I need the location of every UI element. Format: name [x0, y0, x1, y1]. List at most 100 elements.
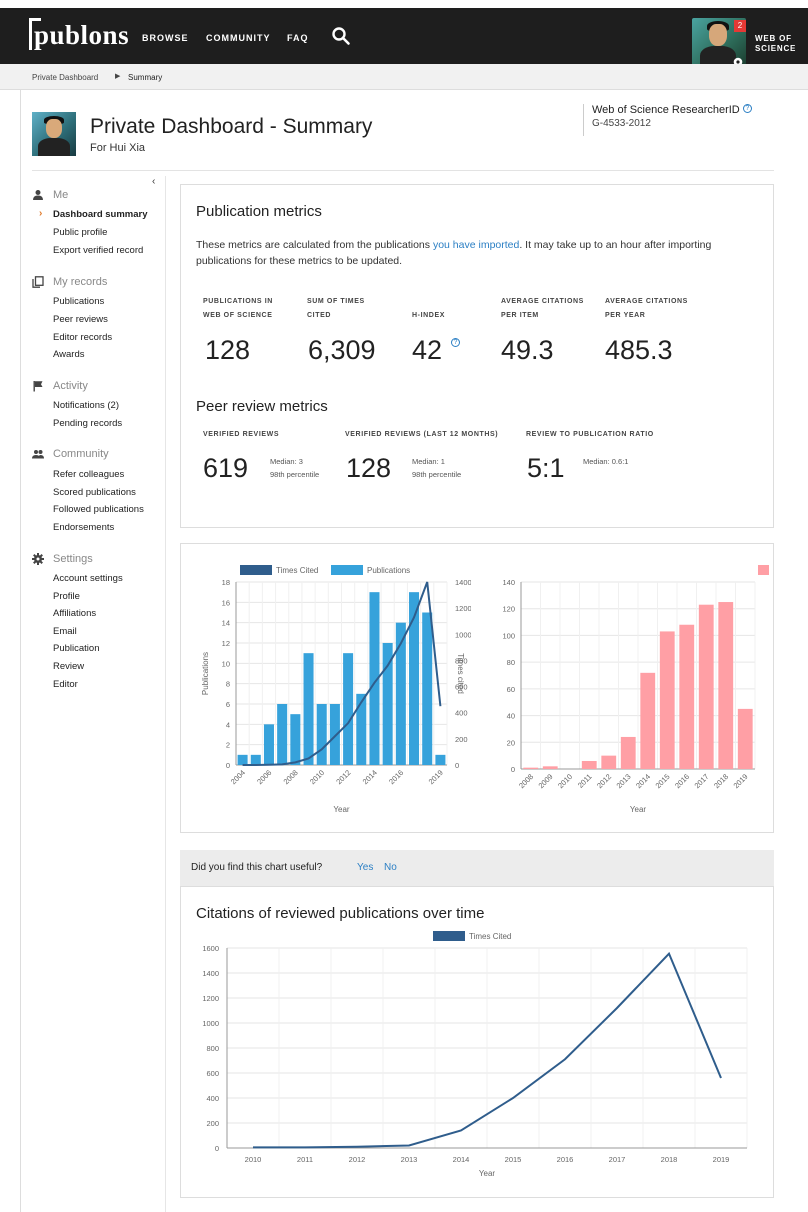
charts-card: Times Cited Publications 0 2 4 6 8 10 12 14 16 18 0 2…	[180, 543, 774, 833]
y-tick-label: 60	[507, 685, 515, 694]
sidebar-item-publication[interactable]: Publication	[53, 643, 99, 654]
y2-tick-label: 400	[455, 709, 468, 718]
sidebar-item-scored-publications[interactable]: Scored publications	[53, 487, 136, 498]
sidebar-item-editor-records[interactable]: Editor records	[53, 332, 112, 343]
sidebar-item-notifications[interactable]: Notifications (2)	[53, 400, 119, 411]
sidebar-divider	[165, 176, 166, 1212]
publications-bar	[356, 693, 367, 765]
page-subtitle: For Hui Xia	[90, 142, 146, 154]
h-index-label: H-INDEX	[412, 312, 445, 319]
sidebar-item-affiliations[interactable]: Affiliations	[53, 608, 96, 619]
x-tick-label: 2014	[453, 1155, 470, 1164]
publications-bar	[237, 754, 248, 765]
y-tick-label: 20	[507, 738, 515, 747]
legend-label-times-cited: Times Cited	[469, 932, 511, 941]
x-tick-label: 2012	[334, 768, 352, 786]
y-tick-label: 6	[226, 700, 230, 709]
sidebar-item-publications[interactable]: Publications	[53, 296, 104, 307]
x-tick-label: 2012	[349, 1155, 366, 1164]
x-tick-label: 2012	[595, 772, 613, 790]
times-cited-value: 6,309	[308, 335, 376, 365]
page-title: Private Dashboard - Summary	[90, 115, 373, 138]
reviews-bar	[601, 755, 617, 769]
search-icon[interactable]	[331, 26, 351, 46]
feedback-yes-link[interactable]: Yes	[357, 862, 373, 873]
citations-chart-title: Citations of reviewed publications over …	[196, 905, 485, 922]
web-of-science-link[interactable]: WEB OF SCIENCE	[755, 34, 796, 54]
x-tick-label: 2010	[556, 772, 574, 790]
publications-bar	[290, 714, 301, 765]
profile-avatar	[32, 112, 76, 156]
nav-faq[interactable]: FAQ	[287, 33, 309, 43]
publications-bar	[435, 754, 446, 765]
reviews-bar	[620, 736, 636, 769]
x-tick-label: 2013	[401, 1155, 418, 1164]
x-tick-label: 2015	[505, 1155, 522, 1164]
y-tick-label: 600	[206, 1069, 219, 1078]
x-axis-title: Year	[630, 805, 647, 814]
h-index-value: 42	[412, 335, 443, 365]
collapse-sidebar-icon[interactable]: ‹	[152, 176, 155, 187]
person-icon	[33, 190, 43, 200]
sidebar-item-profile[interactable]: Profile	[53, 591, 80, 602]
y-tick-label: 18	[222, 578, 230, 587]
peer-review-metrics-title: Peer review metrics	[196, 398, 328, 415]
h-index-help-icon[interactable]: ?	[451, 338, 460, 347]
sidebar-item-followed-publications[interactable]: Followed publications	[53, 504, 144, 515]
y-tick-label: 2	[226, 741, 230, 750]
last-12-months-value: 128	[346, 453, 392, 483]
avg-per-item-label: AVERAGE CITATIONS PER ITEM	[501, 298, 584, 319]
sidebar-item-awards[interactable]: Awards	[53, 349, 85, 360]
x-tick-label: 2008	[517, 772, 535, 790]
sidebar-item-endorsements[interactable]: Endorsements	[53, 522, 114, 533]
publication-metrics-title: Publication metrics	[196, 203, 322, 220]
help-icon[interactable]: ?	[742, 104, 752, 113]
x-tick-label: 2011	[576, 772, 594, 790]
publications-bar	[422, 612, 433, 765]
sidebar-item-public-profile[interactable]: Public profile	[53, 227, 107, 238]
reviews-bar	[542, 766, 558, 769]
x-tick-label: 2004	[229, 768, 247, 786]
sidebar-item-dashboard-summary[interactable]: Dashboard summary	[53, 209, 148, 220]
x-tick-label: 2006	[255, 768, 273, 786]
reviews-bar	[698, 604, 714, 769]
reviews-bar	[737, 708, 753, 769]
nav-browse[interactable]: BROWSE	[142, 33, 189, 43]
publons-logo[interactable]: publons	[34, 20, 129, 51]
y-tick-label: 120	[502, 605, 515, 614]
legend-swatch-publications	[331, 565, 363, 575]
imported-publications-link[interactable]: you have imported	[433, 239, 519, 251]
legend-label-publications: Publications	[367, 566, 410, 575]
y-tick-label: 100	[502, 631, 515, 640]
y-tick-label: 0	[511, 765, 515, 774]
y-tick-label: 800	[206, 1044, 219, 1053]
x-tick-label: 2013	[615, 772, 633, 790]
sidebar-item-refer-colleagues[interactable]: Refer colleagues	[53, 469, 124, 480]
sidebar-item-review[interactable]: Review	[53, 661, 84, 672]
gear-icon	[32, 553, 44, 565]
y-tick-label: 16	[222, 598, 230, 607]
times-cited-label: SUM OF TIMES CITED	[307, 298, 365, 319]
sidebar-item-editor[interactable]: Editor	[53, 679, 78, 690]
sidebar-item-peer-reviews[interactable]: Peer reviews	[53, 314, 108, 325]
nav-community[interactable]: COMMUNITY	[206, 33, 271, 43]
verified-reviews-value: 619	[203, 453, 249, 483]
breadcrumb-current: Summary	[128, 73, 163, 82]
breadcrumb-private-dashboard[interactable]: Private Dashboard	[32, 73, 98, 82]
avg-per-year-label: AVERAGE CITATIONS PER YEAR	[605, 298, 688, 319]
sidebar-item-email[interactable]: Email	[53, 626, 77, 637]
header-divider	[32, 170, 774, 171]
sidebar-item-account-settings[interactable]: Account settings	[53, 573, 123, 584]
feedback-no-link[interactable]: No	[384, 862, 397, 873]
active-caret-icon: ›	[39, 208, 43, 219]
y2-tick-label: 200	[455, 735, 468, 744]
verified-reviews-stats: Median: 3 98th percentile	[270, 457, 320, 479]
publications-bar	[316, 704, 327, 765]
sidebar-item-export-verified-record[interactable]: Export verified record	[53, 245, 143, 256]
y-tick-label: 1600	[202, 944, 219, 953]
publications-bar	[343, 653, 354, 765]
x-tick-label: 2014	[361, 768, 379, 786]
x-axis-title: Year	[479, 1169, 496, 1178]
sidebar-item-pending-records[interactable]: Pending records	[53, 418, 122, 429]
legend-swatch-reviews	[758, 565, 769, 575]
